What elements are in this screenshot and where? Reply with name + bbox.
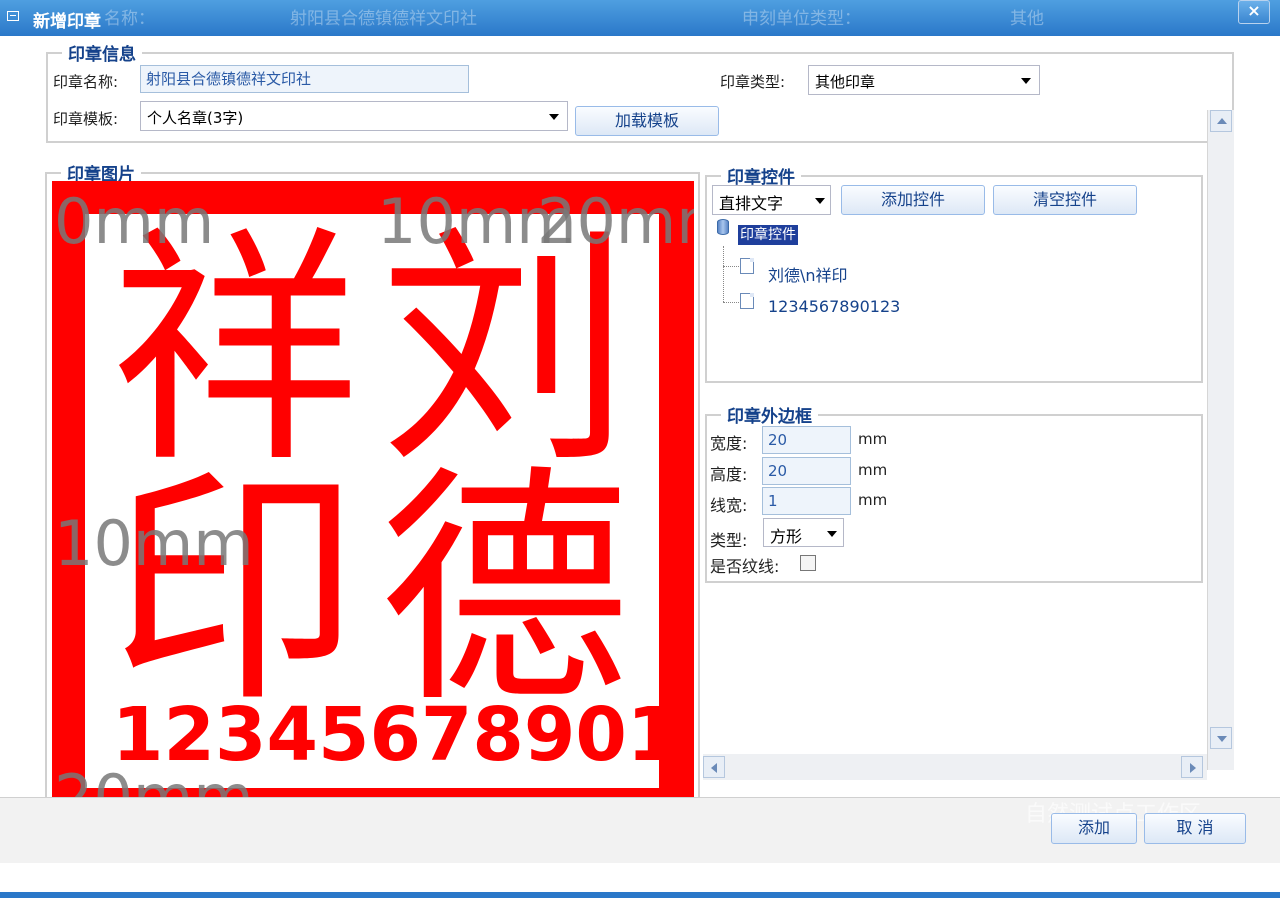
scroll-up-button[interactable] [1210,110,1232,132]
ruler-left-10mm: 10mm [54,507,254,580]
close-button[interactable]: × [1238,0,1270,24]
tree-connector [723,246,740,302]
scroll-right-button[interactable] [1181,756,1203,778]
document-icon [740,258,754,274]
border-width-label: 宽度: [710,434,748,453]
chevron-right-icon [1190,763,1196,773]
pattern-checkbox[interactable] [800,555,816,571]
line-width-label: 线宽: [710,496,748,515]
seal-preview: 祥 刘 印 德 1234567890123 0mm 10mm 20mm 10mm… [52,181,694,819]
title-bar: 名称： 射阳县合德镇德祥文印社 申刻单位类型： 其他 新增印章 × [0,0,1280,36]
scroll-down-button[interactable] [1210,727,1232,749]
seal-template-value: 个人名章(3字) [147,109,244,127]
pattern-label: 是否纹线: [710,557,780,576]
control-type-value: 直排文字 [719,194,784,213]
tree-node[interactable]: 1234567890123 [768,297,900,316]
chevron-up-icon [1217,118,1227,124]
window-icon [7,11,19,21]
clear-controls-button[interactable]: 清空控件 [993,185,1137,215]
background-name-value: 射阳县合德镇德祥文印社 [290,9,477,29]
chevron-left-icon [711,763,717,773]
tree-root[interactable]: 印章控件 [738,225,798,245]
add-button[interactable]: 添加 [1051,813,1137,844]
scroll-left-button[interactable] [703,756,725,778]
chevron-down-icon [1021,78,1031,84]
seal-char-2: 刘 [380,205,630,496]
seal-char-4: 德 [380,445,630,736]
border-legend: 印章外边框 [727,407,812,427]
seal-type-label: 印章类型: [720,73,786,91]
load-template-button[interactable]: 加载模板 [575,106,719,136]
dialog-title: 新增印章 [33,12,101,32]
ruler-top-20mm: 20mm [537,185,694,258]
add-control-button[interactable]: 添加控件 [841,185,985,215]
seal-type-select[interactable]: 其他印章 [808,65,1040,95]
chevron-down-icon [1217,736,1227,742]
border-height-unit: mm [858,461,888,479]
dialog-footer: 自然测试点工作区 添加 取 消 [0,797,1280,863]
cancel-button[interactable]: 取 消 [1144,813,1246,844]
border-height-label: 高度: [710,465,748,484]
vertical-scrollbar[interactable] [1207,110,1234,770]
border-width-input[interactable]: 20 [762,426,851,454]
tree-connector [723,266,739,267]
seal-template-select[interactable]: 个人名章(3字) [140,101,568,131]
seal-info-legend: 印章信息 [68,45,136,65]
seal-template-label: 印章模板: [53,110,119,128]
horizontal-scrollbar[interactable] [703,754,1207,780]
seal-char-3: 印 [110,445,360,736]
document-icon [740,293,754,309]
line-width-input[interactable]: 1 [762,487,851,515]
seal-name-input[interactable]: 射阳县合德镇德祥文印社 [140,65,469,93]
chevron-down-icon [827,531,837,537]
seal-char-1: 祥 [110,205,360,496]
border-type-value: 方形 [770,527,803,546]
tree-connector [723,302,739,303]
database-icon [717,219,729,235]
chevron-down-icon [549,114,559,120]
border-height-input[interactable]: 20 [762,457,851,485]
border-type-select[interactable]: 方形 [763,518,844,547]
window-bottom-border [0,892,1280,898]
background-unit-type-value: 其他 [1010,9,1044,29]
chevron-down-icon [815,198,825,204]
background-name-label: 名称： [104,9,155,29]
background-unit-type-label: 申刻单位类型： [742,9,861,29]
ruler-top-0mm: 0mm [54,185,215,258]
border-width-unit: mm [858,430,888,448]
line-width-unit: mm [858,491,888,509]
control-type-select[interactable]: 直排文字 [712,185,831,215]
tree-node[interactable]: 刘德\n祥印 [768,262,848,286]
seal-type-value: 其他印章 [815,73,876,91]
border-type-label: 类型: [710,531,748,550]
seal-name-label: 印章名称: [53,73,119,91]
